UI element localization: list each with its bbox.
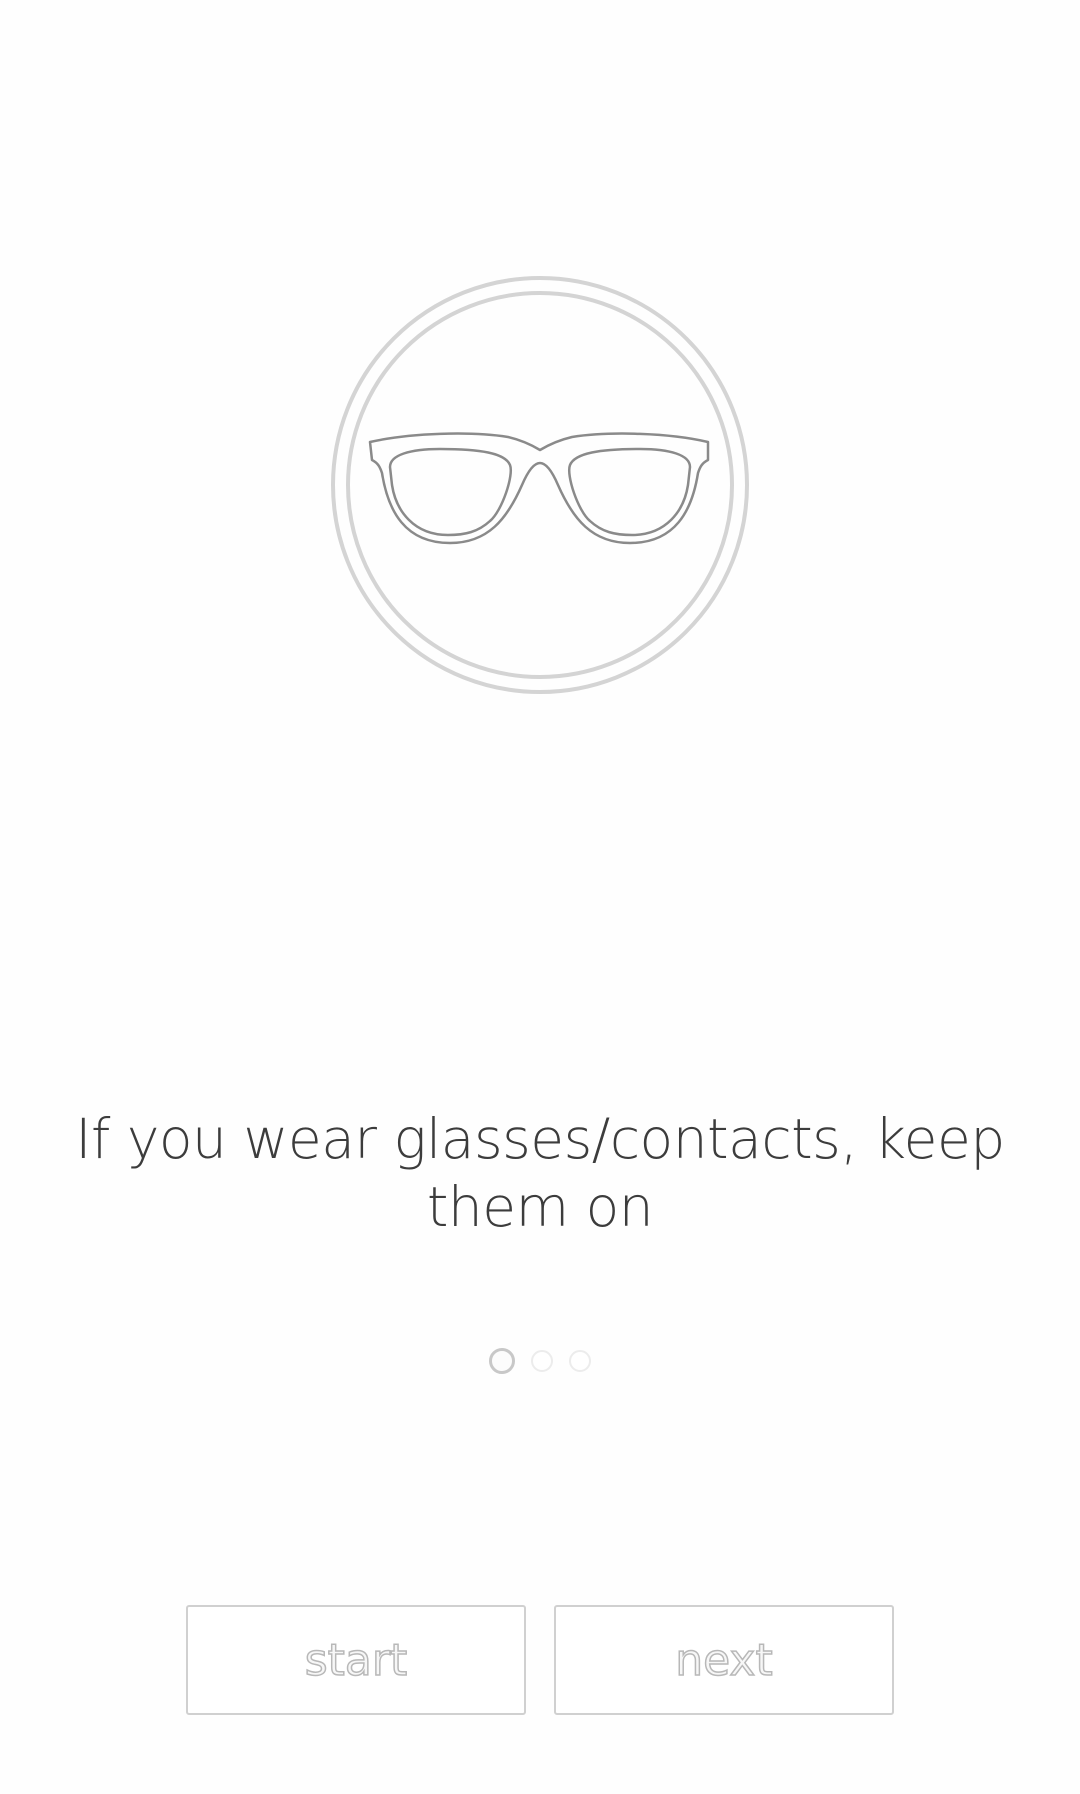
page-dot-2 <box>531 1350 553 1372</box>
page-dot-1-active <box>489 1348 515 1374</box>
glasses-illustration <box>330 275 750 695</box>
start-button[interactable]: start <box>186 1605 526 1715</box>
glasses-icon <box>331 276 749 694</box>
page-dot-3 <box>569 1350 591 1372</box>
instruction-text: If you wear glasses/contacts, keep them … <box>75 1107 1005 1239</box>
next-button[interactable]: next <box>554 1605 894 1715</box>
action-bar: start next <box>186 1605 894 1715</box>
tutorial-screen: If you wear glasses/contacts, keep them … <box>0 0 1080 1794</box>
page-indicator <box>0 1348 1080 1374</box>
